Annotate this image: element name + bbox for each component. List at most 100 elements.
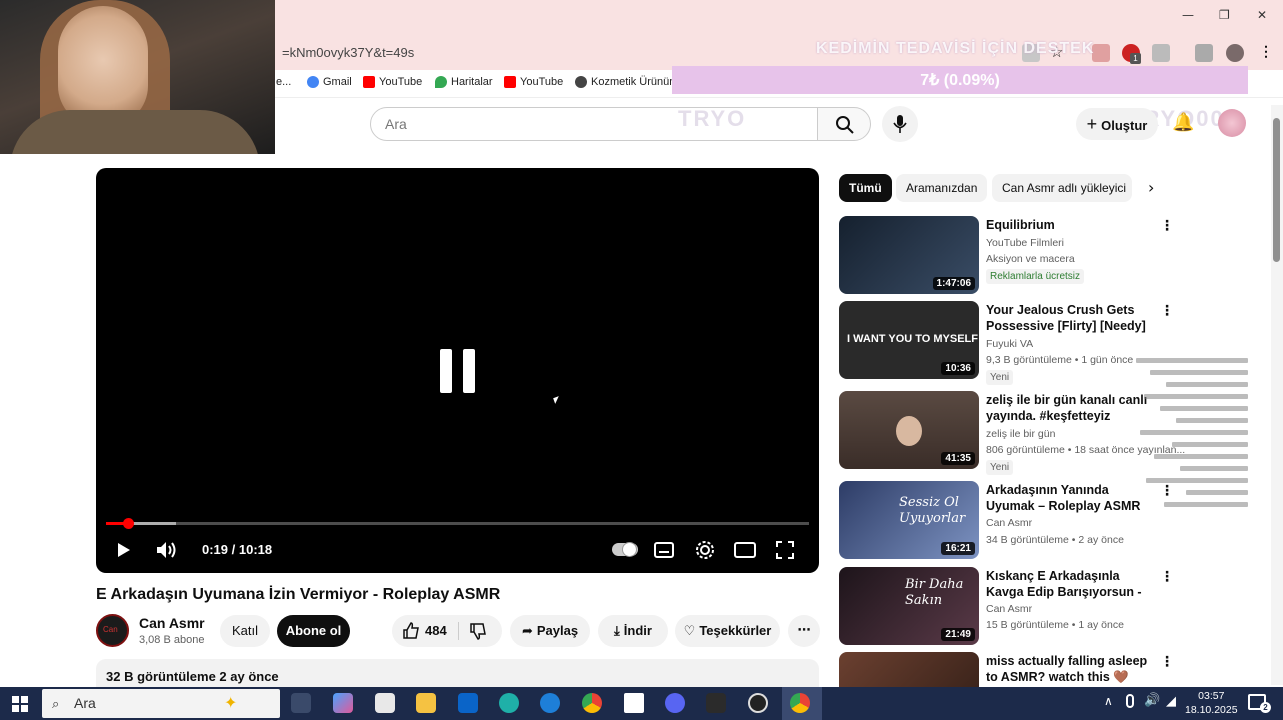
progress-scrubber[interactable] [122, 518, 134, 529]
speaker-icon[interactable]: 🔊 [1144, 693, 1160, 708]
recommendation-channel[interactable]: Fuyuki VA [986, 338, 1033, 350]
more-options-icon[interactable]: ⋮ [1160, 654, 1174, 670]
create-label: Oluştur [1101, 118, 1148, 133]
copilot-icon[interactable] [333, 693, 353, 713]
more-options-icon[interactable]: ⋮ [1160, 569, 1174, 585]
recommendation-title[interactable]: Arkadaşının Yanında Uyumak – Roleplay AS… [986, 482, 1156, 514]
recommendation-title[interactable]: Kıskanç E Arkadaşınla Kavga Edip Barışıy… [986, 568, 1156, 600]
more-options-icon[interactable]: ⋮ [1160, 218, 1174, 234]
chip-from-search[interactable]: Aramanızdan [896, 174, 988, 202]
fullscreen-icon[interactable] [776, 541, 794, 559]
recommendation-channel[interactable]: Can Asmr [986, 603, 1032, 615]
channel-avatar[interactable]: Can [96, 614, 129, 647]
search-input[interactable]: Ara [370, 107, 818, 141]
puzzle-icon[interactable] [1152, 44, 1170, 62]
recommendation-title[interactable]: miss actually falling asleep to ASMR? wa… [986, 653, 1156, 685]
recommendation-channel[interactable]: Can Asmr [986, 517, 1032, 529]
recommendation-thumbnail[interactable]: I WANT YOU TO MYSELF 10:36 [839, 301, 979, 379]
taskbar-search-label: Ara [74, 695, 96, 711]
taskbar-search[interactable]: ⌕ Ara ✦ [42, 689, 280, 718]
free-with-ads-badge: Reklamlarla ücretsiz [986, 269, 1085, 284]
search-icon: ⌕ [52, 696, 60, 711]
autoplay-toggle[interactable] [612, 542, 638, 557]
join-button[interactable]: Katıl [220, 615, 270, 647]
recommendation-channel[interactable]: zeliş ile bir gün [986, 428, 1055, 440]
bookmark-item[interactable]: Haritalar [435, 76, 493, 88]
chip-all[interactable]: Tümü [839, 174, 892, 202]
video-player[interactable]: 0:19 / 10:18 [96, 168, 819, 573]
create-button[interactable]: + Oluştur [1076, 108, 1158, 140]
youtube-icon [504, 76, 516, 88]
outlook-icon[interactable] [458, 693, 478, 713]
browser-menu-icon[interactable]: ⋮ [1259, 43, 1273, 60]
recommendation-thumbnail[interactable]: 1:47:06 [839, 216, 979, 294]
channel-name[interactable]: Can Asmr [139, 615, 205, 631]
volume-icon[interactable] [156, 541, 178, 559]
notepad-icon[interactable] [624, 693, 644, 713]
settings-gear-icon[interactable] [695, 540, 715, 560]
chip-uploader[interactable]: Can Asmr adlı yükleyici [992, 174, 1132, 202]
discord-icon[interactable] [665, 693, 685, 713]
recommendation-thumbnail[interactable]: Bir Daha Sakın 21:49 [839, 567, 979, 645]
recommendation-thumbnail[interactable]: Sessiz Ol Uyuyorlar 16:21 [839, 481, 979, 559]
internet-explorer-icon[interactable] [540, 693, 560, 713]
recommendation-meta: 9,3 B görüntüleme • 1 gün önce [986, 354, 1134, 366]
subtitles-icon[interactable] [654, 542, 674, 558]
bookmark-item[interactable]: e... [276, 76, 291, 88]
subscribe-button[interactable]: Abone ol [277, 615, 350, 647]
recommendation-meta: 34 B görüntüleme • 2 ay önce [986, 534, 1124, 546]
pause-icon[interactable] [440, 349, 452, 393]
clapper-icon[interactable] [706, 693, 726, 713]
more-actions-button[interactable]: ⋯ [788, 615, 820, 647]
extension-icon[interactable] [1092, 44, 1110, 62]
chevron-right-icon[interactable]: › [1148, 178, 1154, 197]
download-icon: ⤓ [614, 624, 620, 639]
recommendation-title[interactable]: Equilibrium [986, 217, 1156, 233]
extension-badge: 1 [1130, 53, 1141, 64]
bookmark-item[interactable]: Gmail [307, 76, 352, 88]
edge-icon[interactable] [499, 693, 519, 713]
network-icon[interactable]: ◢ [1166, 693, 1176, 709]
taskbar-clock[interactable]: 03:57 18.10.2025 [1185, 689, 1238, 717]
account-avatar[interactable] [1218, 109, 1246, 137]
file-explorer-icon[interactable] [416, 693, 436, 713]
thumbnail-text: Bir Daha Sakın [905, 577, 964, 608]
share-button[interactable]: ➦ Paylaş [510, 615, 590, 647]
windows-start-icon[interactable] [12, 696, 28, 712]
profile-icon[interactable] [1226, 44, 1244, 62]
recommendation-thumbnail[interactable]: 41:35 [839, 391, 979, 469]
obs-icon[interactable] [748, 693, 768, 713]
thanks-button[interactable]: ♡ Teşekkürler [675, 615, 780, 647]
voice-search-button[interactable] [882, 106, 918, 142]
notifications-bell-icon[interactable]: 🔔 [1172, 112, 1194, 133]
url-field[interactable]: =kNm0ovyk37Y&t=49s [282, 45, 414, 60]
more-options-icon[interactable]: ⋮ [1160, 303, 1174, 319]
pause-icon[interactable] [463, 349, 475, 393]
progress-track[interactable] [106, 522, 809, 525]
task-view-icon[interactable] [291, 693, 311, 713]
tray-chevron-icon[interactable]: ∧ [1104, 694, 1113, 708]
minimize-button[interactable]: — [1182, 8, 1194, 22]
like-icon[interactable] [402, 622, 420, 640]
maximize-button[interactable]: ❐ [1219, 8, 1230, 22]
chrome-active-icon[interactable] [790, 693, 810, 713]
donation-amount: 7₺ (0.09%) [920, 72, 1000, 89]
microphone-tray-icon[interactable] [1126, 694, 1134, 708]
media-control-icon[interactable] [1195, 44, 1213, 62]
dislike-icon[interactable] [469, 622, 487, 640]
time-display: 0:19 / 10:18 [202, 542, 273, 557]
bookmark-item[interactable]: YouTube [504, 76, 563, 88]
recommendation-thumbnail[interactable] [839, 652, 979, 687]
scrollbar-thumb[interactable] [1273, 118, 1280, 262]
recommendation-channel[interactable]: YouTube Filmleri [986, 237, 1064, 249]
theater-mode-icon[interactable] [734, 542, 756, 558]
bookmark-item[interactable]: YouTube [363, 76, 422, 88]
search-button[interactable] [817, 107, 871, 141]
close-button[interactable]: ✕ [1257, 8, 1267, 22]
recommendation-title[interactable]: Your Jealous Crush Gets Possessive [Flir… [986, 302, 1156, 334]
play-icon[interactable] [116, 542, 132, 558]
chrome-icon[interactable] [582, 693, 602, 713]
download-button[interactable]: ⤓ İndir [598, 615, 668, 647]
recommendation-title[interactable]: zeliş ile bir gün kanalı canlı yayında. … [986, 392, 1156, 424]
store-icon[interactable] [375, 693, 395, 713]
